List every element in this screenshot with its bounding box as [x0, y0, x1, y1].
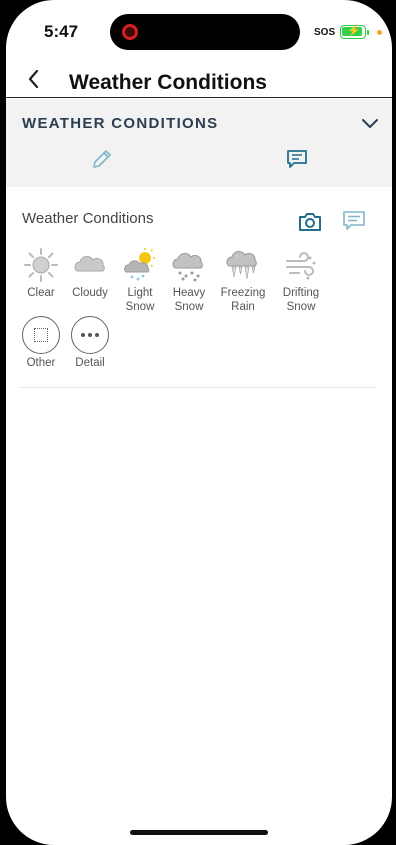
camera-icon[interactable]	[297, 209, 323, 235]
recording-indicator-icon	[122, 24, 138, 40]
option-heavy-snow[interactable]: Heavy Snow	[163, 246, 215, 314]
chevron-down-icon[interactable]	[360, 113, 380, 133]
comment-icon[interactable]	[341, 208, 367, 234]
cloud-snow-icon	[172, 252, 203, 282]
option-label: Other	[26, 357, 56, 369]
home-indicator[interactable]	[130, 830, 268, 835]
wind-snow-icon	[286, 252, 316, 280]
option-detail[interactable]: Detail	[64, 316, 116, 370]
cloud-icicle-icon	[226, 250, 257, 280]
sun-cloud-snow-icon	[124, 248, 155, 281]
battery-tip	[367, 30, 369, 35]
option-freezing-rain[interactable]: Freezing Rain	[217, 246, 269, 314]
option-clear[interactable]: Clear	[15, 246, 67, 300]
option-label: Detail	[75, 357, 105, 369]
comment-tab-icon[interactable]	[285, 147, 309, 171]
battery-icon: ⚡	[340, 25, 366, 39]
navigation-bar: Weather Conditions	[6, 62, 392, 98]
option-label: Freezing Rain	[220, 287, 266, 313]
dynamic-island	[110, 14, 300, 50]
back-button[interactable]	[26, 68, 40, 96]
cloud-icon	[74, 255, 105, 272]
card-title: Weather Conditions	[22, 210, 154, 227]
option-label: Heavy Snow	[172, 287, 206, 313]
divider	[20, 387, 377, 388]
section-header[interactable]: WEATHER CONDITIONS	[6, 99, 392, 187]
status-time: 5:47	[44, 22, 79, 41]
mic-indicator-icon	[377, 30, 382, 35]
section-title: WEATHER CONDITIONS	[22, 115, 219, 132]
option-light-snow[interactable]: Light Snow	[114, 246, 166, 314]
option-label: Light Snow	[125, 287, 155, 313]
option-label: Cloudy	[72, 287, 108, 299]
more-dots-icon	[71, 316, 109, 354]
option-label: Clear	[27, 287, 55, 299]
status-bar: 5:47 SOS ⚡	[6, 0, 392, 60]
chevron-left-icon	[28, 69, 39, 89]
carrier-label: SOS	[314, 27, 336, 38]
page-title: Weather Conditions	[69, 71, 267, 94]
option-label: Drifting Snow	[282, 287, 320, 313]
option-other[interactable]: Other	[15, 316, 67, 370]
option-cloudy[interactable]: Cloudy	[64, 246, 116, 300]
option-drifting-snow[interactable]: Drifting Snow	[275, 246, 327, 314]
phone-screen: 5:47 SOS ⚡ Weather Conditions WEATHER CO…	[6, 0, 392, 845]
dotted-square-icon	[22, 316, 60, 354]
charging-icon: ⚡	[347, 25, 361, 37]
pencil-icon[interactable]	[90, 147, 114, 171]
sun-icon	[24, 248, 58, 282]
